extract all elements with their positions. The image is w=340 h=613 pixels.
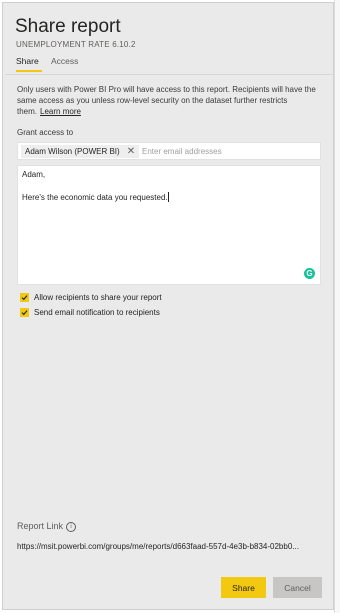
cancel-button[interactable]: Cancel: [273, 577, 322, 598]
allow-reshare-label: Allow recipients to share your report: [34, 293, 162, 302]
allow-reshare-option[interactable]: Allow recipients to share your report: [20, 293, 162, 302]
email-address-input[interactable]: [142, 145, 312, 158]
email-notification-checkbox[interactable]: [20, 308, 29, 317]
info-icon[interactable]: i: [66, 522, 77, 532]
recipients-field[interactable]: Adam Wilson (POWER BI) ✕: [17, 142, 321, 160]
allow-reshare-checkbox[interactable]: [20, 293, 29, 302]
share-button[interactable]: Share: [221, 577, 266, 598]
remove-recipient-icon[interactable]: ✕: [127, 145, 135, 158]
tab-share[interactable]: Share: [16, 56, 39, 66]
recipient-chip-label: Adam Wilson (POWER BI): [25, 147, 120, 156]
grammarly-icon[interactable]: G: [304, 268, 315, 279]
report-link-label: Report Link i: [17, 521, 77, 532]
message-textarea[interactable]: Adam, Here's the economic data you reque…: [17, 165, 321, 285]
share-report-panel: Share report UNEMPLOYMENT RATE 6.10.2 Sh…: [2, 2, 335, 610]
tab-access[interactable]: Access: [51, 56, 78, 66]
dialog-title: Share report: [15, 16, 121, 37]
report-name-subtitle: UNEMPLOYMENT RATE 6.10.2: [16, 40, 136, 49]
text-cursor: [167, 192, 169, 202]
checkmark-icon: [21, 310, 28, 316]
report-link-url[interactable]: https://msit.powerbi.com/groups/me/repor…: [17, 542, 323, 551]
pro-license-notice: Only users with Power BI Pro will have a…: [17, 84, 323, 117]
message-greeting: Adam,: [22, 170, 46, 179]
grant-access-label: Grant access to: [17, 128, 74, 137]
report-link-text: Report Link: [17, 521, 64, 531]
active-tab-indicator: [16, 70, 42, 72]
recipient-chip: Adam Wilson (POWER BI) ✕: [21, 145, 140, 158]
checkmark-icon: [21, 295, 28, 301]
learn-more-link[interactable]: Learn more: [40, 107, 81, 116]
email-notification-label: Send email notification to recipients: [34, 308, 160, 317]
email-notification-option[interactable]: Send email notification to recipients: [20, 308, 160, 317]
message-body-line: Here's the economic data you requested.: [22, 192, 169, 202]
message-body-text: Here's the economic data you requested.: [22, 193, 168, 202]
background-window-edge: [334, 0, 340, 613]
tabs-divider: [5, 74, 335, 75]
